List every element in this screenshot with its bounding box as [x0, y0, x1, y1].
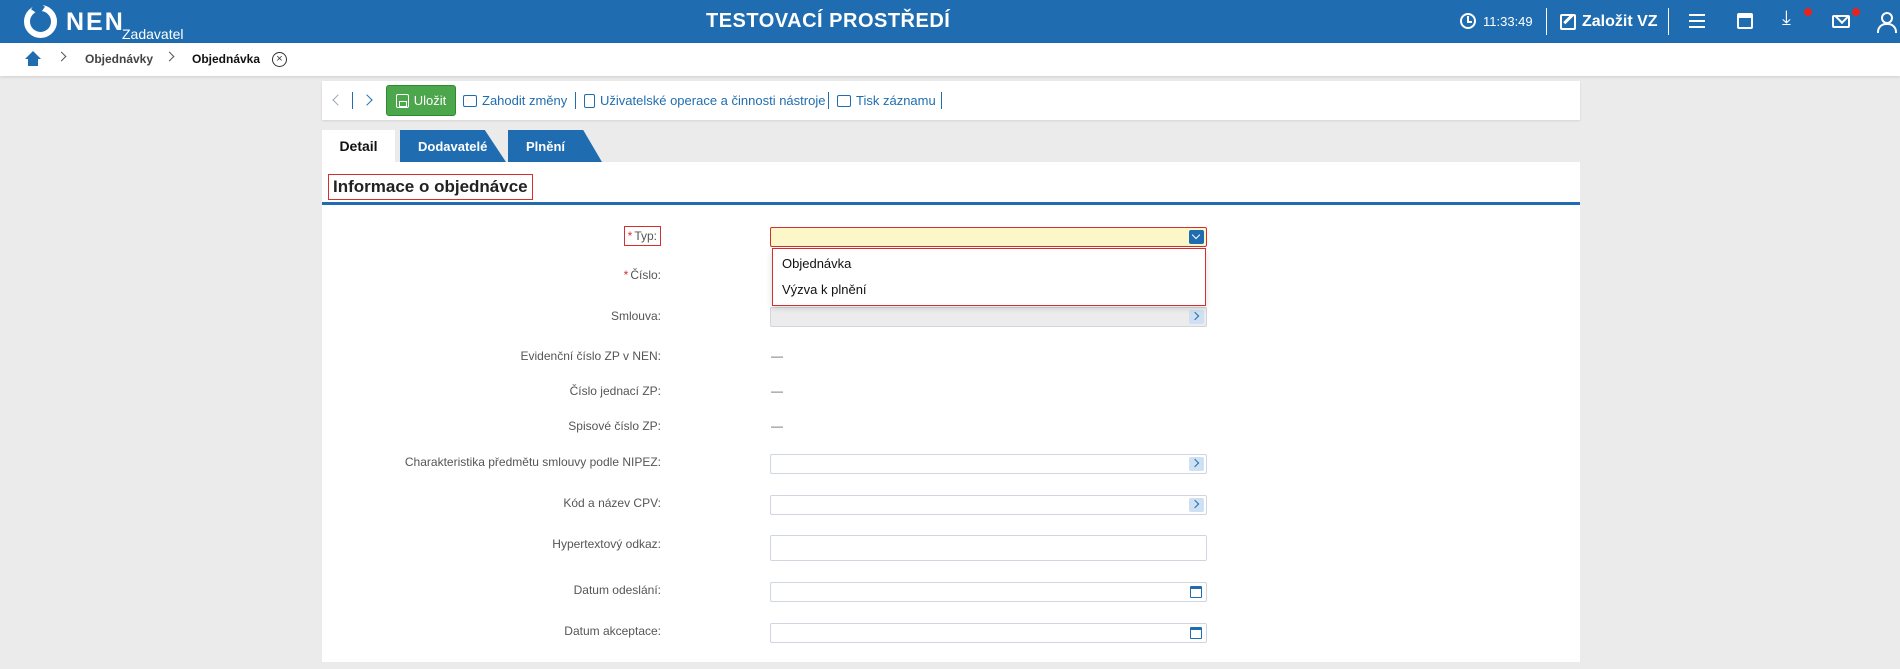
- breadcrumb: Objednávky Objednávka ×: [0, 43, 1900, 76]
- mail-icon[interactable]: [1832, 15, 1850, 28]
- calendar-icon[interactable]: [1737, 13, 1753, 29]
- breadcrumb-item-objednavky[interactable]: Objednávky: [85, 52, 153, 66]
- header-divider: [1668, 8, 1669, 35]
- calendar-icon[interactable]: [1190, 627, 1202, 639]
- evidencni-cislo-label: Evidenční číslo ZP v NEN:: [520, 349, 662, 363]
- previous-record-icon[interactable]: [332, 94, 344, 106]
- tab-plneni[interactable]: Plnění: [508, 130, 602, 162]
- create-vz-button[interactable]: Založit VZ: [1560, 9, 1658, 35]
- session-time: 11:33:49: [1483, 14, 1533, 29]
- evidencni-cislo-value: —: [771, 349, 783, 363]
- datum-akceptace-input[interactable]: [770, 623, 1207, 643]
- pencil-icon: [1560, 14, 1576, 30]
- chevron-right-icon: [164, 51, 175, 62]
- notification-dot: [1804, 8, 1812, 16]
- chevron-right-icon[interactable]: [1189, 457, 1204, 471]
- cpv-label: Kód a název CPV:: [563, 496, 661, 510]
- spisove-cislo-value: —: [771, 419, 783, 433]
- user-operations-button[interactable]: Uživatelské operace a činnosti nástroje: [584, 93, 825, 108]
- nipez-label: Charakteristika předmětu smlouvy podle N…: [404, 455, 661, 469]
- user-ops-label: Uživatelské operace a činnosti nástroje: [600, 93, 826, 108]
- cislo-jednaci-value: —: [771, 384, 783, 398]
- toolbar-separator: [575, 92, 576, 109]
- smlouva-field[interactable]: [770, 307, 1207, 327]
- typ-label: * Typ:: [623, 226, 661, 246]
- save-button[interactable]: Uložit: [386, 85, 456, 116]
- brand-name[interactable]: NEN: [66, 8, 125, 37]
- calendar-icon[interactable]: [1190, 586, 1202, 598]
- section-title: Informace o objednávce: [328, 174, 533, 200]
- discard-label: Zahodit změny: [482, 93, 568, 108]
- toolbar-separator: [828, 92, 829, 109]
- print-label: Tisk záznamu: [856, 93, 936, 108]
- header-divider: [1546, 8, 1547, 35]
- environment-title: TESTOVACÍ PROSTŘEDÍ: [706, 10, 951, 32]
- discard-changes-button[interactable]: Zahodit změny: [463, 93, 567, 108]
- hypertext-link-input[interactable]: [770, 535, 1207, 561]
- undo-icon: [463, 94, 477, 107]
- nen-logo-icon[interactable]: [24, 5, 57, 38]
- detail-panel: Informace o objednávce * Typ: * Číslo: Sml…: [322, 162, 1580, 662]
- datum-akceptace-label: Datum akceptace:: [564, 624, 661, 638]
- cpv-field[interactable]: [770, 495, 1207, 515]
- clock-icon: [1460, 13, 1476, 29]
- spisove-cislo-label: Spisové číslo ZP:: [568, 419, 661, 433]
- tab-dodavatele[interactable]: Dodavatelé: [400, 130, 506, 162]
- notification-dot: [1852, 8, 1860, 16]
- print-record-button[interactable]: Tisk záznamu: [837, 93, 936, 108]
- nipez-field[interactable]: [770, 454, 1207, 474]
- clipboard-icon: [584, 93, 595, 108]
- home-icon[interactable]: [24, 51, 42, 67]
- download-icon[interactable]: [1780, 7, 1800, 31]
- menu-icon[interactable]: [1687, 11, 1707, 31]
- record-toolbar: Uložit Zahodit změny Uživatelské operace…: [322, 81, 1580, 120]
- close-tab-icon[interactable]: ×: [272, 52, 287, 67]
- typ-option-vyzva[interactable]: Výzva k plnění: [782, 282, 867, 297]
- cislo-jednaci-label: Číslo jednací ZP:: [569, 384, 661, 398]
- top-header: NEN Zadavatel TESTOVACÍ PROSTŘEDÍ 11:33:…: [0, 0, 1900, 43]
- brand-subtitle: Zadavatel: [122, 26, 184, 42]
- section-divider: [322, 202, 1580, 205]
- user-icon[interactable]: [1876, 11, 1897, 33]
- chevron-right-icon[interactable]: [1189, 310, 1204, 324]
- datum-odeslani-label: Datum odeslání:: [573, 583, 661, 597]
- hypertext-link-label: Hypertextový odkaz:: [552, 537, 661, 551]
- floppy-icon: [395, 93, 409, 108]
- typ-select[interactable]: [770, 227, 1207, 247]
- chevron-right-icon: [56, 51, 67, 62]
- chevron-down-icon[interactable]: [1189, 230, 1204, 244]
- datum-odeslani-input[interactable]: [770, 582, 1207, 602]
- toolbar-separator: [941, 92, 942, 109]
- cislo-label: * Číslo:: [623, 268, 661, 282]
- tab-detail[interactable]: Detail: [322, 130, 395, 162]
- create-vz-label: Založit VZ: [1582, 13, 1658, 30]
- chevron-right-icon[interactable]: [1189, 498, 1204, 512]
- typ-option-objednavka[interactable]: Objednávka: [782, 256, 851, 271]
- printer-icon: [837, 94, 851, 107]
- save-label: Uložit: [413, 93, 447, 108]
- next-record-icon[interactable]: [361, 94, 373, 106]
- breadcrumb-item-current: Objednávka: [192, 52, 261, 66]
- typ-dropdown-list: Objednávka Výzva k plnění: [772, 248, 1206, 306]
- smlouva-label: Smlouva:: [610, 309, 661, 323]
- toolbar-separator: [352, 92, 353, 109]
